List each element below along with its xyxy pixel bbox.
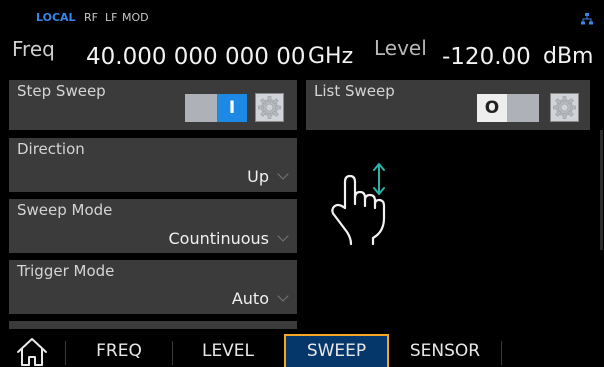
chevron-down-icon (277, 168, 289, 180)
chevron-down-icon (277, 230, 289, 242)
hand-scroll-icon (331, 162, 386, 246)
list-sweep-title: List Sweep (314, 82, 395, 100)
status-bar: LOCAL RF LF MOD (0, 0, 604, 30)
nav-divider (501, 341, 502, 365)
tab-sensor[interactable]: SENSOR (392, 334, 498, 367)
chevron-down-icon (277, 290, 289, 302)
toggle-knob: I (217, 94, 247, 122)
tab-level[interactable]: LEVEL (177, 334, 279, 367)
trigger-mode-value: Auto (231, 289, 269, 308)
level-label: Level (374, 36, 427, 60)
direction-value: Up (247, 167, 269, 186)
step-sweep-title: Step Sweep (17, 82, 106, 100)
next-setting-panel[interactable] (9, 321, 297, 329)
list-sweep-settings-button[interactable] (550, 93, 579, 122)
tab-sweep[interactable]: SWEEP (284, 334, 389, 367)
nav-divider (65, 341, 66, 365)
direction-title: Direction (17, 140, 85, 158)
scrollbar[interactable] (600, 130, 603, 250)
level-unit: dBm (543, 44, 594, 69)
trigger-mode-select[interactable]: Trigger Mode Auto (9, 260, 297, 314)
bottom-nav: FREQ LEVEL SWEEP SENSOR (0, 334, 604, 367)
rf-indicator: RF (84, 11, 98, 24)
readout-bar: Freq 40.000 000 000 00 GHz Level -120.00… (0, 30, 604, 80)
gear-icon (553, 96, 576, 119)
sweep-mode-select[interactable]: Sweep Mode Countinuous (9, 199, 297, 253)
trigger-mode-title: Trigger Mode (17, 262, 115, 280)
mod-indicator: MOD (122, 11, 149, 24)
home-button[interactable] (10, 336, 54, 366)
direction-select[interactable]: Direction Up (9, 138, 297, 192)
list-sweep-toggle[interactable]: O (477, 94, 539, 122)
sweep-mode-value: Countinuous (168, 229, 269, 248)
nav-divider (172, 341, 173, 365)
list-sweep-panel: List Sweep O (306, 80, 590, 130)
freq-value[interactable]: 40.000 000 000 00 (86, 44, 305, 70)
network-icon (581, 13, 593, 25)
toggle-knob: O (477, 94, 507, 122)
freq-label: Freq (12, 37, 55, 61)
level-value[interactable]: -120.00 (442, 44, 531, 70)
sweep-mode-title: Sweep Mode (17, 201, 113, 219)
step-sweep-settings-button[interactable] (255, 93, 284, 122)
freq-unit: GHz (308, 44, 354, 69)
step-sweep-panel: Step Sweep I (9, 80, 297, 130)
local-indicator: LOCAL (36, 11, 76, 24)
home-icon (17, 338, 47, 366)
lf-indicator: LF (105, 11, 118, 24)
gear-icon (258, 96, 281, 119)
step-sweep-toggle[interactable]: I (185, 94, 247, 122)
tab-freq[interactable]: FREQ (70, 334, 168, 367)
